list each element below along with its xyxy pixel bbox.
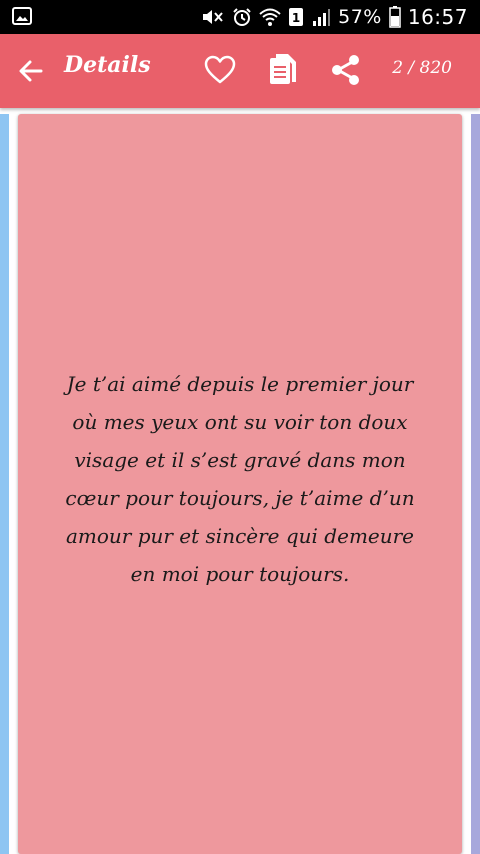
status-icons: 1 57% 16:57 xyxy=(201,0,468,34)
copy-button[interactable] xyxy=(268,52,298,88)
share-button[interactable] xyxy=(329,53,363,87)
back-button[interactable] xyxy=(16,56,46,86)
clock: 16:57 xyxy=(407,5,468,29)
mute-icon xyxy=(201,7,225,27)
back-arrow-icon xyxy=(19,60,43,82)
copy-icon xyxy=(270,54,296,84)
alarm-icon xyxy=(232,7,252,27)
wifi-icon xyxy=(259,7,281,27)
share-icon xyxy=(332,55,359,85)
page-title: Details xyxy=(64,52,151,78)
quote-card: Je t’ai aimé depuis le premier jour où m… xyxy=(18,114,462,854)
battery-percent: 57% xyxy=(338,6,382,28)
battery-icon xyxy=(389,6,401,28)
sim-slot-label: 1 xyxy=(292,11,300,25)
app-bar: Details 2 / 820 xyxy=(0,34,480,108)
status-bar: 1 57% 16:57 xyxy=(0,0,480,34)
quote-pager[interactable]: Je t’ai aimé depuis le premier jour où m… xyxy=(0,108,480,854)
sim-icon: 1 xyxy=(288,7,304,27)
quote-text: Je t’ai aimé depuis le premier jour où m… xyxy=(65,372,415,586)
image-notification-icon xyxy=(12,6,32,26)
favorite-button[interactable] xyxy=(204,54,236,86)
previous-card-edge[interactable] xyxy=(0,114,9,854)
next-card-edge[interactable] xyxy=(471,114,480,854)
heart-icon xyxy=(204,55,236,84)
signal-icon xyxy=(311,7,331,27)
page-counter: 2 / 820 xyxy=(392,58,452,78)
